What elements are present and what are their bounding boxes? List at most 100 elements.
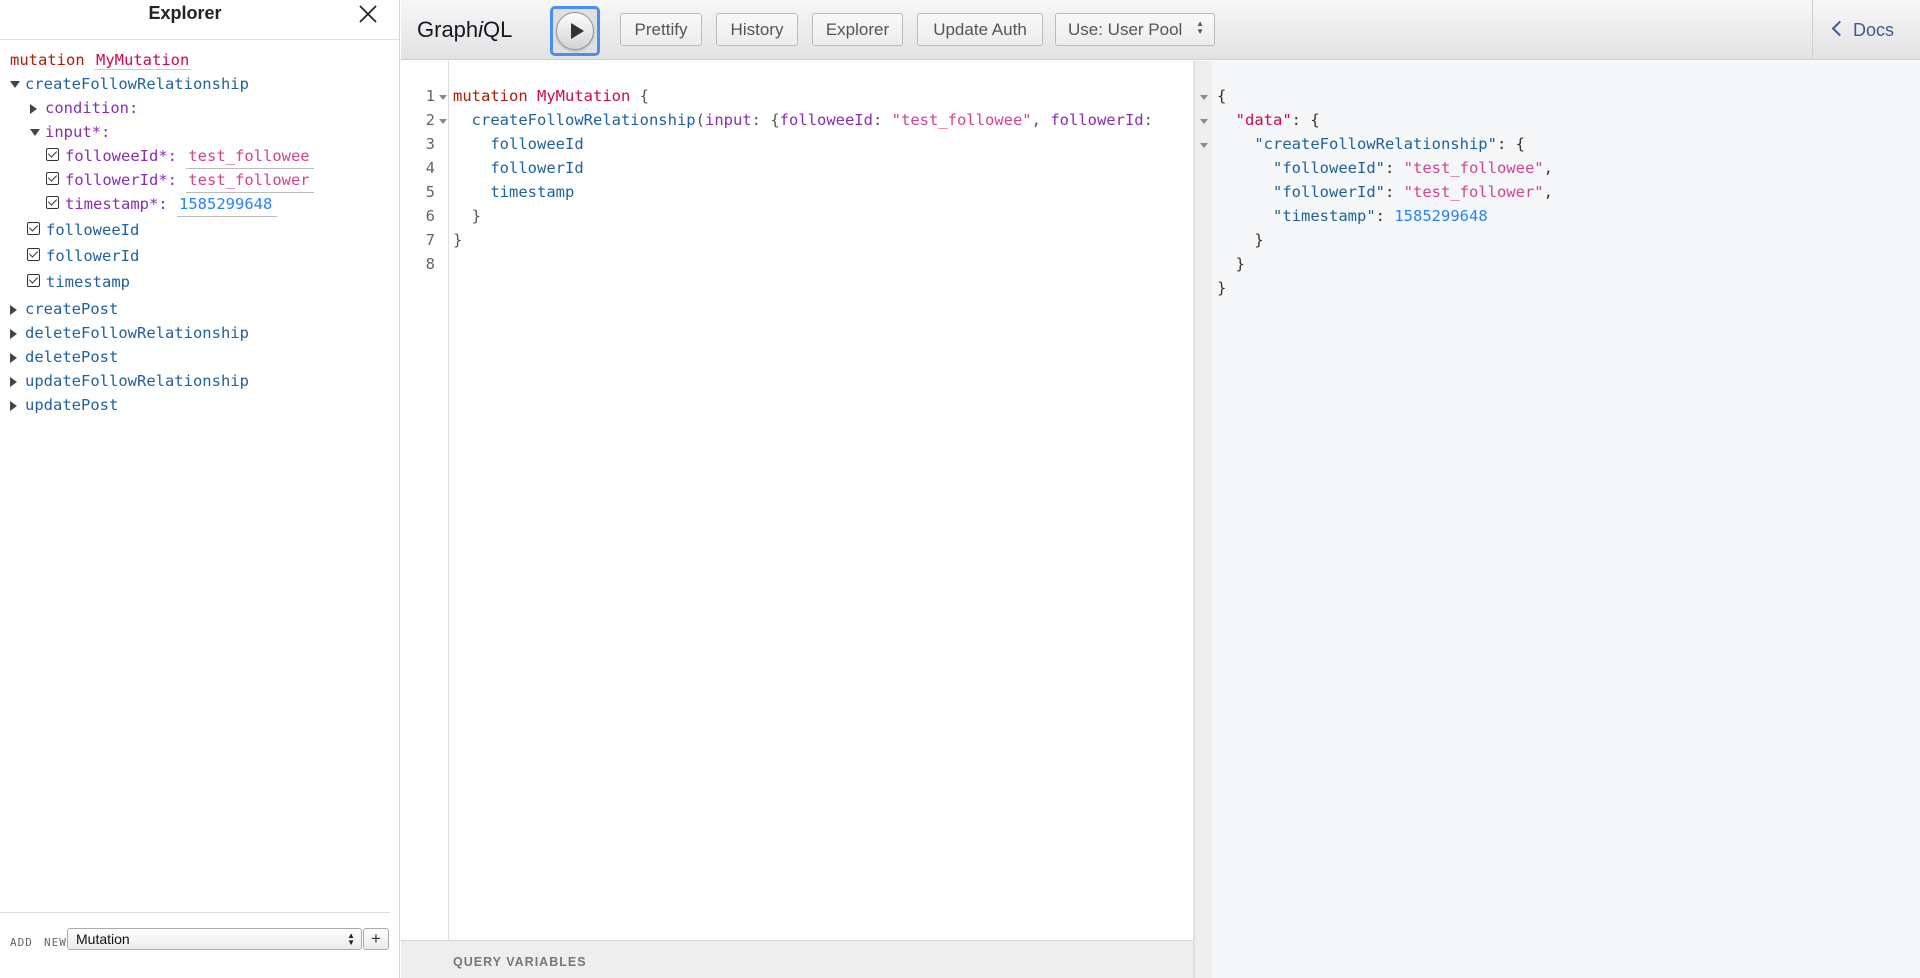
timestamp-value-input[interactable]: 1585299648	[177, 192, 277, 217]
follower-id-value-input[interactable]: test_follower	[186, 168, 315, 193]
selected-field-timestamp[interactable]: timestamp	[27, 270, 130, 294]
line-number: 3	[425, 135, 435, 153]
query-variables-bar[interactable]: QUERY VARIABLES	[401, 940, 1193, 978]
run-button[interactable]	[550, 6, 600, 56]
fold-icon[interactable]	[1200, 143, 1208, 148]
operation-type-value: Mutation	[76, 931, 130, 947]
selected-field-followee-id[interactable]: followeeId	[27, 218, 139, 242]
explorer-header: Explorer	[0, 0, 399, 40]
arg-condition[interactable]: condition:	[30, 96, 138, 120]
input-field-followee-id[interactable]: followeeId*: test_followee	[46, 144, 315, 169]
checkbox-checked[interactable]	[46, 148, 59, 161]
line-number: 1	[425, 87, 435, 105]
select-arrows-icon: ▲ ▼	[1196, 19, 1204, 36]
field-label: followerId	[46, 247, 140, 265]
checkbox-checked[interactable]	[46, 196, 59, 209]
code-line: }	[471, 207, 482, 225]
add-operation-button[interactable]: +	[363, 928, 389, 950]
caret-right-icon	[10, 304, 17, 315]
prettify-button[interactable]: Prettify	[620, 13, 702, 46]
selected-field-follower-id[interactable]: followerId	[27, 244, 139, 268]
field-label: deleteFollowRelationship	[25, 324, 249, 342]
code-line: mutation MyMutation {	[453, 87, 649, 105]
line-number-gutter: 1 2 3 4 5 6 7 8	[401, 61, 449, 978]
select-arrows-icon: ▲ ▼	[347, 931, 355, 947]
checkbox-checked[interactable]	[27, 248, 40, 261]
line-number: 4	[425, 159, 435, 177]
result-line: "createFollowRelationship": {	[1254, 135, 1525, 153]
operation-name-input[interactable]: MyMutation	[94, 51, 192, 70]
code-line: timestamp	[490, 183, 575, 201]
field-label: createFollowRelationship	[25, 75, 249, 93]
fold-icon[interactable]	[439, 119, 447, 124]
fold-icon[interactable]	[1200, 95, 1208, 100]
input-field-follower-id[interactable]: followerId*: test_follower	[46, 168, 315, 193]
checkbox-checked[interactable]	[27, 222, 40, 235]
result-pane: { "data": { "createFollowRelationship": …	[1194, 61, 1920, 978]
result-line: }	[1217, 279, 1227, 297]
field-create-post[interactable]: createPost	[10, 297, 118, 321]
field-delete-follow-relationship[interactable]: deleteFollowRelationship	[10, 321, 249, 345]
caret-down-icon	[30, 129, 40, 136]
caret-right-icon	[10, 400, 17, 411]
fold-icon[interactable]	[439, 95, 447, 100]
input-field-label: timestamp*:	[65, 195, 168, 213]
line-number: 6	[425, 207, 435, 225]
field-label: createPost	[25, 300, 119, 318]
explorer-panel: Explorer mutation MyMutation createFollo…	[0, 0, 400, 978]
input-field-timestamp[interactable]: timestamp*: 1585299648	[46, 192, 277, 217]
field-label: timestamp	[46, 273, 130, 291]
field-update-post[interactable]: updatePost	[10, 393, 118, 417]
update-auth-button[interactable]: Update Auth	[917, 13, 1043, 46]
add-label: ADD	[10, 936, 33, 949]
input-field-label: followeeId*:	[65, 147, 177, 165]
code-line: followeeId	[490, 135, 584, 153]
explorer-title: Explorer	[148, 3, 222, 23]
field-label: followeeId	[46, 221, 140, 239]
app-title: GraphiQL	[417, 17, 513, 42]
docs-label: Docs	[1853, 20, 1895, 40]
field-delete-post[interactable]: deletePost	[10, 345, 118, 369]
checkbox-checked[interactable]	[46, 172, 59, 185]
line-number: 8	[425, 255, 435, 273]
caret-down-icon	[10, 81, 20, 88]
code-line: createFollowRelationship(input: {followe…	[471, 111, 1153, 129]
operation-row: mutation MyMutation	[10, 48, 192, 72]
result-line: "timestamp": 1585299648	[1273, 207, 1488, 225]
line-number: 2	[425, 111, 435, 129]
query-editor[interactable]: 1 2 3 4 5 6 7 8 mutation MyMutation { cr…	[401, 61, 1194, 978]
result-line: }	[1235, 255, 1246, 273]
field-label: deletePost	[25, 348, 119, 366]
field-create-follow-relationship[interactable]: createFollowRelationship	[10, 72, 249, 96]
caret-right-icon	[10, 376, 17, 387]
toolbar: GraphiQL Prettify History Explorer Updat…	[401, 0, 1920, 60]
result-gutter	[1195, 61, 1212, 978]
chevron-left-icon	[1831, 20, 1848, 37]
result-line: "data": {	[1235, 111, 1320, 129]
close-icon[interactable]	[355, 1, 381, 27]
followee-id-value-input[interactable]: test_followee	[186, 144, 315, 169]
history-button[interactable]: History	[716, 13, 798, 46]
new-label: NEW	[44, 936, 67, 949]
result-line: "followerId": "test_follower",	[1273, 183, 1553, 201]
divider	[0, 912, 390, 913]
fold-icon[interactable]	[1200, 119, 1208, 124]
input-field-label: followerId*:	[65, 171, 177, 189]
arg-input[interactable]: input*:	[30, 120, 110, 144]
operation-type-select[interactable]: Mutation ▲ ▼	[67, 928, 362, 950]
checkbox-checked[interactable]	[27, 274, 40, 287]
arg-label: condition:	[45, 99, 139, 117]
code-line: }	[453, 231, 463, 249]
docs-button[interactable]: Docs	[1812, 0, 1920, 60]
code-line: followerId	[490, 159, 584, 177]
explorer-button[interactable]: Explorer	[812, 13, 903, 46]
field-update-follow-relationship[interactable]: updateFollowRelationship	[10, 369, 249, 393]
operation-keyword: mutation	[10, 51, 85, 69]
caret-right-icon	[30, 103, 37, 114]
auth-mode-select[interactable]: Use: User Pool ▲ ▼	[1055, 13, 1215, 46]
result-line: {	[1217, 87, 1227, 105]
line-number: 5	[425, 183, 435, 201]
line-number: 7	[425, 231, 435, 249]
arg-label: input*:	[45, 123, 111, 141]
result-line: }	[1254, 231, 1264, 249]
